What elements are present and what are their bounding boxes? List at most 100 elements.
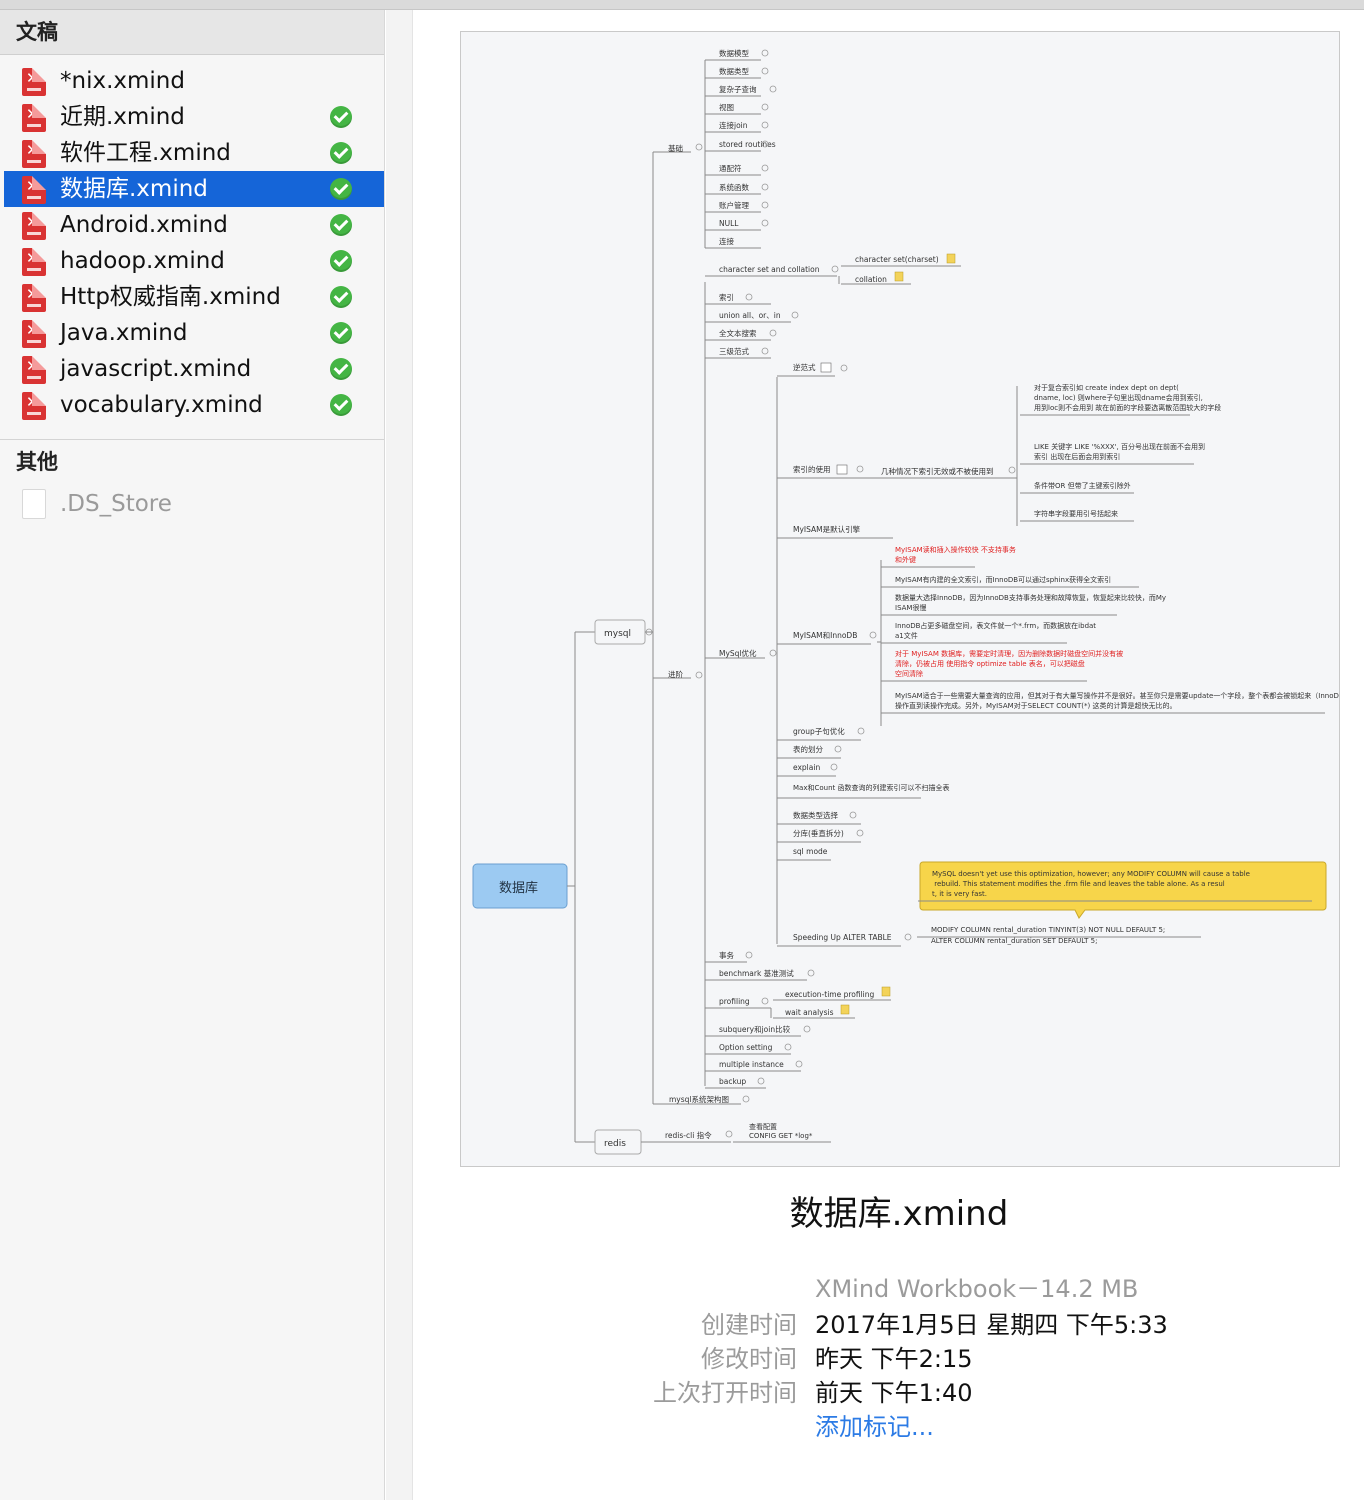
collapse-icon	[769, 649, 777, 657]
xmind-file-icon	[22, 248, 46, 276]
mysql-topic: mysql	[604, 629, 631, 639]
mindmap-topic: 索引的使用	[793, 464, 831, 474]
file-row[interactable]: Http权威指南.xmind	[4, 279, 384, 315]
mindmap-topic: 数据类型	[719, 66, 749, 76]
file-title: 数据库.xmind	[789, 1194, 1009, 1234]
file-list: *nix.xmind 近期.xmind 软件工程.xmind 数据库.xmind And…	[0, 55, 384, 423]
collapse-icon	[725, 1130, 733, 1138]
mindmap-note: CONFIG GET *log*	[749, 1132, 813, 1140]
mindmap-topic: 数据模型	[719, 48, 749, 58]
collapse-icon	[834, 745, 842, 753]
mindmap-note: MyISAM适合于一些需要大量查询的应用，但其对于有大量写操作并不是很好。甚至你…	[895, 691, 1339, 710]
xmind-file-icon	[22, 320, 46, 348]
file-name: vocabulary.xmind	[60, 392, 263, 418]
section-header-other: 其他	[16, 450, 58, 474]
xmind-file-icon	[22, 212, 46, 240]
file-row[interactable]: *nix.xmind	[4, 63, 384, 99]
mindmap-note: 查看配置	[749, 1122, 777, 1131]
table-icon	[820, 362, 832, 373]
collapse-icon	[761, 49, 769, 57]
mindmap-topic: 几种情况下索引无效或不被使用到	[881, 466, 994, 476]
mindmap-topic: character set and collation	[719, 265, 820, 274]
file-kind-size: XMind Workbook－14.2 MB	[815, 1275, 1139, 1303]
modified-label: 修改时间	[701, 1345, 797, 1373]
mindmap-topic: benchmark 基准测试	[719, 968, 794, 978]
file-row[interactable]: 数据库.xmind	[4, 171, 384, 207]
add-tags-link[interactable]: 添加标记...	[815, 1410, 934, 1444]
check-icon	[330, 106, 352, 128]
xmind-file-icon	[22, 104, 46, 132]
check-icon	[330, 178, 352, 200]
mindmap-topic: stored routines	[719, 140, 776, 149]
mindmap-note: MyISAM有内建的全文索引，而InnoDB可以通过sphinx获得全文索引	[895, 575, 1111, 584]
collapse-icon	[695, 143, 703, 151]
mindmap-topic: 分库(垂直拆分)	[793, 828, 844, 838]
mindmap-preview: 数据库 mysql redis 基础 数据模型 数据类型 复杂子查询 视图 连接join stor…	[460, 31, 1340, 1167]
collapse-icon	[869, 631, 877, 639]
mindmap-topic: sql mode	[793, 847, 828, 856]
file-name: *nix.xmind	[60, 68, 185, 94]
check-icon	[330, 286, 352, 308]
mindmap-note: MODIFY COLUMN rental_duration TINYINT(3)…	[931, 926, 1165, 934]
mindmap-topic: backup	[719, 1077, 746, 1086]
collapse-icon	[761, 164, 769, 172]
collapse-icon	[761, 121, 769, 129]
mindmap-note: 条件带OR 但带了主键索引除外	[1034, 481, 1131, 490]
collapse-icon	[761, 347, 769, 355]
mindmap-note: InnoDB占更多磁盘空间，表文件就一个*.frm，而数据放在ibdat a1文件	[895, 621, 1096, 640]
collapse-icon	[761, 219, 769, 227]
xmind-file-icon	[22, 68, 46, 96]
mindmap-topic: 全文本搜索	[719, 328, 757, 338]
collapse-icon	[830, 763, 838, 771]
collapse-icon	[807, 969, 815, 977]
mindmap-topic: 逆范式	[793, 362, 816, 372]
document-icon	[22, 489, 46, 519]
file-row[interactable]: Java.xmind	[4, 315, 384, 351]
mindmap-note: 对于 MyISAM 数据库，需要定时清理，因为删除数据时磁盘空间并没有被清除，仍…	[895, 649, 1123, 678]
mindmap-topic: NULL	[719, 219, 739, 228]
mindmap-topic: execution-time profiling	[785, 990, 874, 999]
mindmap-topic: 复杂子查询	[719, 84, 757, 94]
redis-topic: redis	[604, 1139, 626, 1149]
file-name: 近期.xmind	[60, 104, 185, 130]
file-name: Http权威指南.xmind	[60, 284, 281, 310]
collapse-icon	[803, 1025, 811, 1033]
xmind-file-icon	[22, 356, 46, 384]
file-row[interactable]: 软件工程.xmind	[4, 135, 384, 171]
mindmap-topic: 连接join	[719, 120, 748, 130]
mindmap-topic: 事务	[719, 950, 734, 960]
mindmap-topic: explain	[793, 763, 820, 772]
collapse-icon	[769, 329, 777, 337]
mindmap-topic: 表的划分	[793, 744, 823, 754]
last-opened-label: 上次打开时间	[653, 1379, 797, 1407]
file-row[interactable]: Android.xmind	[4, 207, 384, 243]
file-row[interactable]: 近期.xmind	[4, 99, 384, 135]
mindmap-topic: 通配符	[719, 163, 742, 173]
file-row-ds-store[interactable]: .DS_Store	[4, 484, 384, 524]
mindmap-topic: profiling	[719, 997, 750, 1006]
xmind-file-icon	[22, 392, 46, 420]
collapse-icon	[831, 265, 839, 273]
file-row[interactable]: hadoop.xmind	[4, 243, 384, 279]
file-row[interactable]: vocabulary.xmind	[4, 387, 384, 423]
collapse-icon	[742, 1095, 750, 1103]
file-row[interactable]: javascript.xmind	[4, 351, 384, 387]
mindmap-topic: character set(charset)	[855, 255, 939, 264]
mindmap-topic: 账户管理	[719, 200, 749, 210]
xmind-file-icon	[22, 140, 46, 168]
mindmap-topic: multiple instance	[719, 1060, 784, 1069]
created-label: 创建时间	[701, 1311, 797, 1339]
mindmap-note: 字符串字段要用引号括起来	[1034, 509, 1118, 518]
note-icon	[894, 271, 904, 282]
mindmap-topic: 三级范式	[719, 346, 749, 356]
collapse-icon	[761, 67, 769, 75]
mindmap-note: 数据量大选择InnoDB，因为InnoDB支持事务处理和故障恢复，恢复起来比较快…	[895, 593, 1166, 612]
collapse-icon	[857, 727, 865, 735]
file-name: javascript.xmind	[60, 356, 252, 382]
file-name: Java.xmind	[60, 320, 188, 346]
collapse-icon	[1008, 466, 1016, 474]
mindmap-topic: Max和Count 函数查询的列建索引可以不扫描全表	[793, 783, 949, 792]
collapse-icon	[769, 85, 777, 93]
check-icon	[330, 358, 352, 380]
mindmap-topic: 连接	[719, 236, 734, 246]
